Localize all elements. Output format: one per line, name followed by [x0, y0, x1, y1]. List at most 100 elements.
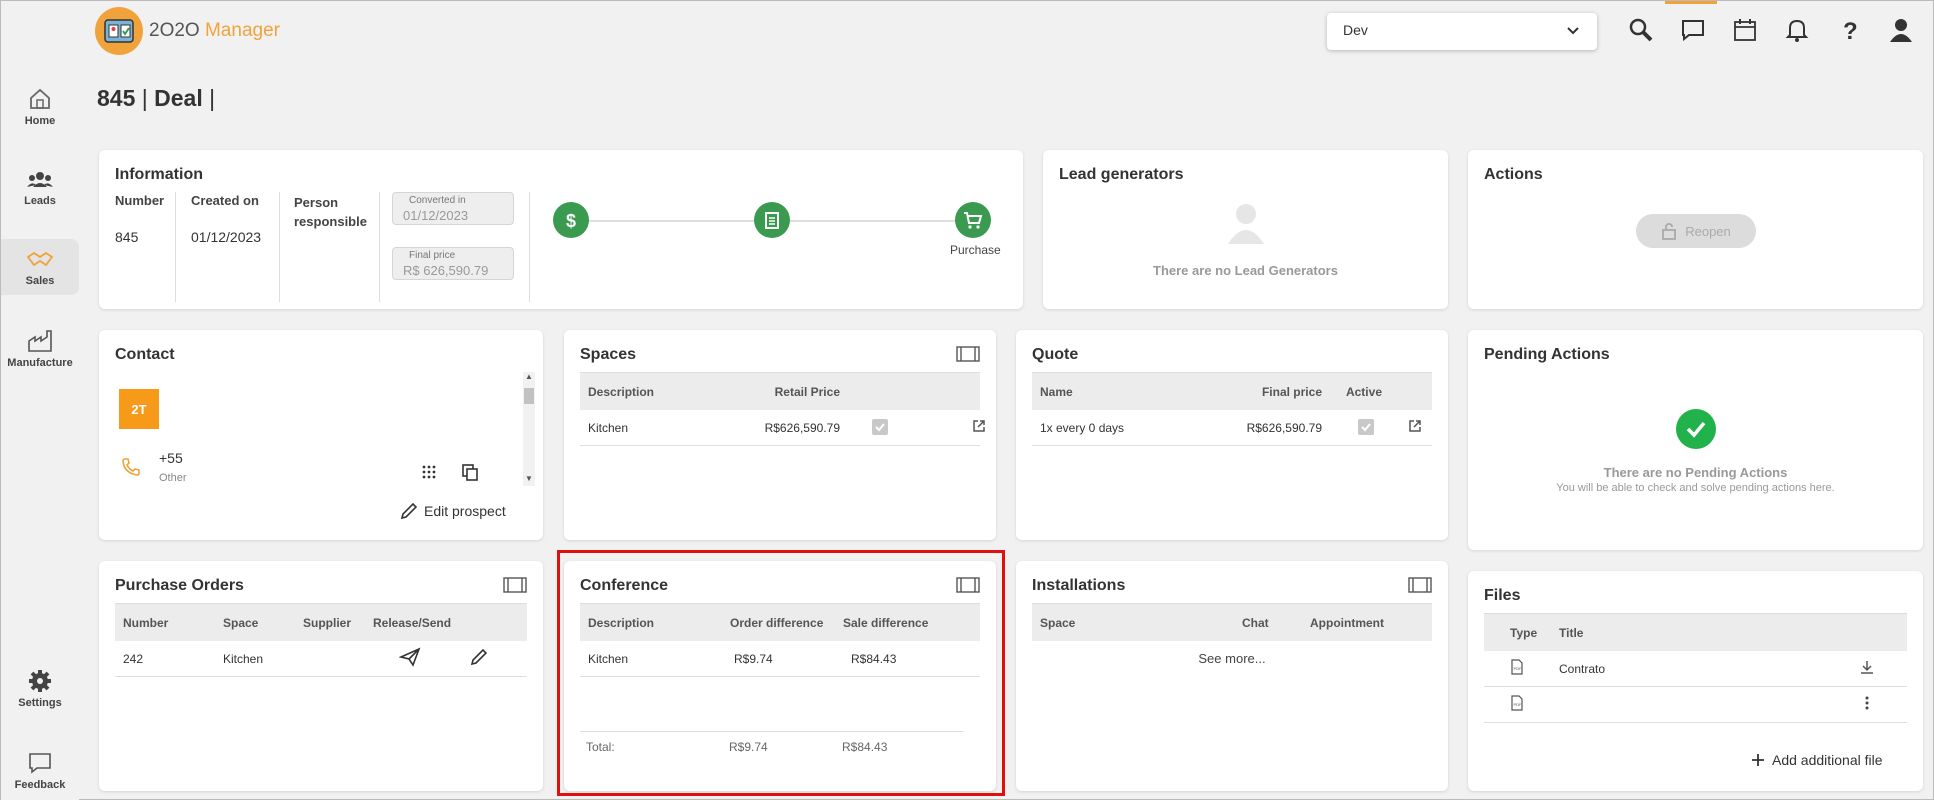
table-header: Name Final price Active: [1032, 372, 1432, 410]
open-external-icon[interactable]: [1408, 419, 1422, 433]
send-icon[interactable]: [398, 647, 421, 667]
sidebar-item-label: Settings: [18, 697, 62, 709]
pencil-icon: [400, 502, 418, 520]
help-icon[interactable]: ?: [1836, 17, 1862, 43]
download-icon[interactable]: [1859, 659, 1875, 675]
table-row[interactable]: 1x every 0 days R$626,590.79: [1032, 410, 1432, 446]
bell-icon[interactable]: [1784, 17, 1810, 43]
contact-avatar: 2T: [119, 389, 159, 429]
table-header: Number Space Supplier Release/Send: [115, 603, 527, 641]
actions-card: Actions Reopen: [1468, 150, 1923, 309]
divider: [529, 192, 530, 302]
purchase-orders-card: Purchase Orders Number Space Supplier Re…: [99, 561, 543, 791]
page-title: 845 | Deal |: [97, 85, 216, 111]
card-title: Quote: [1032, 346, 1079, 363]
table-row[interactable]: PDF: [1484, 687, 1907, 723]
pending-actions-card: Pending Actions There are no Pending Act…: [1468, 330, 1923, 550]
spaces-card: Spaces Description Retail Price Kitchen …: [564, 330, 996, 540]
search-icon[interactable]: [1628, 17, 1654, 43]
logo-icon: [95, 7, 143, 55]
quote-card: Quote Name Final price Active 1x every 0…: [1016, 330, 1448, 540]
check-circle-icon: [1676, 409, 1716, 449]
divider: [279, 192, 280, 302]
stage-label: Purchase: [950, 243, 1001, 257]
calendar-icon[interactable]: [1732, 17, 1758, 43]
table-header: Type Title: [1484, 613, 1907, 651]
information-card: Information Number 845 Created on 01/12/…: [99, 150, 1023, 309]
sidebar-item-home[interactable]: Home: [1, 87, 79, 127]
card-title: Installations: [1032, 577, 1126, 594]
expand-panel-icon[interactable]: [503, 577, 527, 593]
table-header: Space Chat Appointment: [1032, 603, 1432, 641]
app-logo[interactable]: 2O2O Manager: [95, 7, 280, 55]
number-value: 845: [115, 229, 139, 245]
installations-table: Space Chat Appointment See more...: [1032, 603, 1432, 666]
sidebar-item-leads[interactable]: Leads: [1, 169, 79, 207]
app-name: 2O2O Manager: [149, 20, 280, 41]
expand-panel-icon[interactable]: [956, 346, 980, 362]
installations-card: Installations Space Chat Appointment See…: [1016, 561, 1448, 791]
svg-text:?: ?: [1843, 18, 1858, 43]
table-header: Description Retail Price: [580, 372, 980, 410]
card-title: Actions: [1484, 166, 1543, 183]
divider: [379, 192, 380, 302]
created-value: 01/12/2023: [191, 229, 262, 245]
plus-icon: [1752, 754, 1764, 766]
active-checkbox[interactable]: [1358, 419, 1374, 435]
phone-icon: [122, 458, 140, 476]
spaces-table: Description Retail Price Kitchen R$626,5…: [580, 372, 985, 446]
edit-prospect-button[interactable]: Edit prospect: [399, 501, 506, 521]
dialpad-icon[interactable]: [421, 464, 437, 480]
highlight-frame: [557, 550, 1005, 796]
open-external-icon[interactable]: [972, 419, 986, 433]
svg-text:PDF: PDF: [1514, 702, 1523, 707]
empty-message: There are no Lead Generators: [1153, 263, 1338, 278]
card-title: Purchase Orders: [115, 577, 244, 594]
stage-dollar[interactable]: $: [553, 202, 589, 238]
sidebar-item-label: Feedback: [14, 779, 66, 791]
converted-field: Converted in 01/12/2023: [392, 192, 514, 225]
environment-value: Dev: [1343, 22, 1368, 38]
sidebar-item-manufacture[interactable]: Manufacture: [1, 329, 79, 369]
sidebar-item-label: Leads: [24, 195, 56, 207]
user-icon[interactable]: [1888, 17, 1914, 43]
stage-document[interactable]: [754, 202, 790, 238]
files-card: Files Type Title PDF Contrato PDF Add ad…: [1468, 571, 1923, 791]
stage-purchase[interactable]: [955, 202, 991, 238]
contact-card: Contact 2T +55 Other Edit prospect ▲ ▼: [99, 330, 543, 540]
lead-generators-card: Lead generators There are no Lead Genera…: [1043, 150, 1448, 309]
pdf-file-icon: PDF: [1511, 659, 1523, 675]
reopen-button[interactable]: Reopen: [1636, 214, 1756, 248]
table-row[interactable]: Kitchen R$626,590.79: [580, 410, 985, 446]
sidebar-item-settings[interactable]: Settings: [1, 669, 79, 709]
final-price-field: Final price R$ 626,590.79: [392, 247, 514, 280]
active-checkbox[interactable]: [872, 419, 888, 435]
svg-text:$: $: [566, 211, 576, 230]
quote-table: Name Final price Active 1x every 0 days …: [1032, 372, 1432, 446]
contact-scrollbar[interactable]: ▲ ▼: [523, 372, 535, 486]
table-row[interactable]: PDF Contrato: [1484, 651, 1907, 687]
add-file-button[interactable]: Add additional file: [1750, 752, 1883, 768]
files-table: Type Title PDF Contrato PDF: [1484, 613, 1907, 723]
card-title: Contact: [115, 346, 175, 363]
copy-icon[interactable]: [461, 463, 479, 481]
table-row[interactable]: 242 Kitchen: [115, 641, 527, 677]
sidebar-item-feedback[interactable]: Feedback: [1, 751, 79, 791]
expand-panel-icon[interactable]: [1408, 577, 1432, 593]
more-vertical-icon[interactable]: [1864, 695, 1870, 711]
see-more-link[interactable]: See more...: [1032, 641, 1432, 666]
cart-icon: [964, 212, 983, 229]
environment-select[interactable]: Dev: [1327, 13, 1597, 50]
divider: [175, 192, 176, 302]
sidebar-item-sales[interactable]: Sales: [1, 239, 79, 295]
person-label: Person responsible: [294, 195, 367, 229]
sidebar-item-label: Sales: [25, 275, 55, 287]
chat-icon[interactable]: [1680, 17, 1706, 43]
card-title: Spaces: [580, 346, 637, 363]
card-title: Lead generators: [1059, 166, 1184, 183]
purchase-orders-table: Number Space Supplier Release/Send 242 K…: [115, 603, 527, 677]
person-placeholder-icon: [1228, 204, 1264, 244]
chevron-down-icon: [1567, 27, 1579, 35]
sidebar-item-label: Home: [24, 115, 56, 127]
pencil-icon[interactable]: [469, 647, 489, 667]
